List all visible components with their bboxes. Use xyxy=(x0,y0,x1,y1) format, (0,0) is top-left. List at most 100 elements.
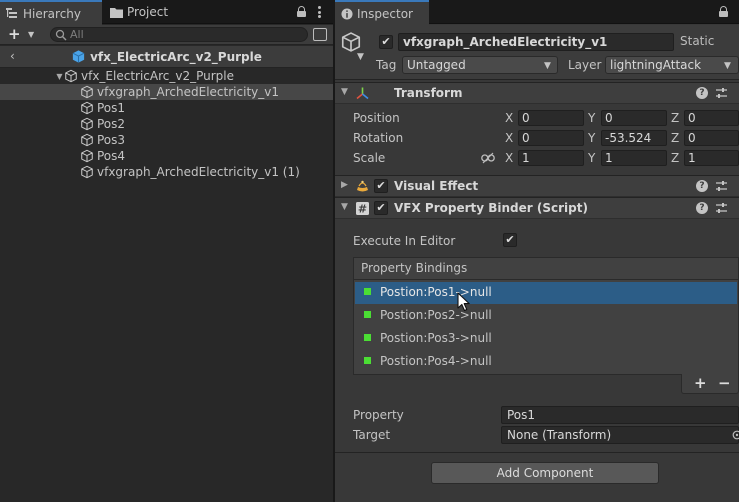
hierarchy-search-input[interactable]: All xyxy=(50,27,308,42)
tree-item-vfxgraph-copy[interactable]: vfxgraph_ArchedElectricity_v1 (1) xyxy=(0,164,333,180)
position-y-label[interactable]: Y xyxy=(588,111,595,125)
binding-item-pos3[interactable]: Postion:Pos3->null xyxy=(355,328,737,350)
add-binding-button[interactable]: + xyxy=(694,374,707,392)
tab-inspector[interactable]: Inspector xyxy=(335,0,429,25)
property-bindings-list: Postion:Pos1->null Postion:Pos2->null Po… xyxy=(353,279,739,375)
tree-item-vfxgraph[interactable]: vfxgraph_ArchedElectricity_v1 xyxy=(0,84,333,100)
more-options-icon[interactable] xyxy=(318,6,321,18)
binding-marker-icon xyxy=(364,334,371,341)
back-arrow-icon[interactable]: ‹ xyxy=(10,49,15,63)
position-y-field[interactable]: 0 xyxy=(601,110,667,126)
binding-marker-icon xyxy=(364,288,371,295)
rotation-y-label[interactable]: Y xyxy=(588,131,595,145)
binding-label: Postion:Pos2->null xyxy=(380,308,492,322)
static-label[interactable]: Static xyxy=(680,34,714,48)
collapse-arrow-icon[interactable]: ▼ xyxy=(341,87,348,97)
visual-effect-icon xyxy=(357,180,368,192)
chevron-down-icon[interactable]: ▼ xyxy=(28,30,34,39)
binding-item-pos2[interactable]: Postion:Pos2->null xyxy=(355,305,737,327)
binding-marker-icon xyxy=(364,311,371,318)
tree-item-pos3[interactable]: Pos3 xyxy=(0,132,333,148)
binding-item-pos4[interactable]: Postion:Pos4->null xyxy=(355,351,737,373)
scene-visibility-icon[interactable] xyxy=(313,28,327,41)
execute-in-editor-checkbox[interactable]: ✔ xyxy=(503,233,517,247)
visual-effect-header[interactable]: ▶ ✔ Visual Effect ? xyxy=(335,175,739,197)
binding-marker-icon xyxy=(364,357,371,364)
scale-z-label[interactable]: Z xyxy=(671,151,679,165)
transform-header[interactable]: ▼ Transform ? xyxy=(335,82,739,104)
binding-label: Postion:Pos1->null xyxy=(380,285,492,299)
rotation-z-label[interactable]: Z xyxy=(671,131,679,145)
rotation-label: Rotation xyxy=(353,131,404,145)
scale-y-label[interactable]: Y xyxy=(588,151,595,165)
position-z-label[interactable]: Z xyxy=(671,111,679,125)
lock-icon[interactable] xyxy=(297,6,306,17)
target-object-field[interactable]: None (Transform) xyxy=(501,426,739,444)
tree-item-pos4[interactable]: Pos4 xyxy=(0,148,333,164)
rotation-z-field[interactable]: 0 xyxy=(684,130,739,146)
gameobject-name-field[interactable]: vfxgraph_ArchedElectricity_v1 xyxy=(398,33,674,51)
binding-label: Postion:Pos4->null xyxy=(380,354,492,368)
icon-picker-chevron-icon[interactable]: ▼ xyxy=(357,52,364,62)
gameobject-icon xyxy=(64,69,78,83)
presets-icon[interactable] xyxy=(715,179,728,193)
visual-effect-enabled-checkbox[interactable]: ✔ xyxy=(374,179,388,193)
tab-project[interactable]: Project xyxy=(104,0,184,24)
tab-hierarchy-label: Hierarchy xyxy=(23,6,82,21)
help-icon[interactable]: ? xyxy=(696,180,708,192)
constrain-proportions-icon[interactable] xyxy=(481,152,495,164)
position-x-label[interactable]: X xyxy=(505,111,513,125)
tree-item-label: Pos3 xyxy=(97,133,126,147)
lock-icon[interactable] xyxy=(719,6,728,17)
property-binder-enabled-checkbox[interactable]: ✔ xyxy=(374,201,388,215)
active-checkbox[interactable]: ✔ xyxy=(379,35,393,49)
help-icon[interactable]: ? xyxy=(696,202,708,214)
position-z-field[interactable]: 0 xyxy=(684,110,739,126)
create-button[interactable]: + xyxy=(8,27,21,42)
expand-arrow-icon[interactable]: ▶ xyxy=(341,180,348,190)
property-binder-header[interactable]: ▼ # ✔ VFX Property Binder (Script) ? xyxy=(335,197,739,219)
rotation-x-field[interactable]: 0 xyxy=(518,130,584,146)
tree-item-pos2[interactable]: Pos2 xyxy=(0,116,333,132)
collapse-arrow-icon[interactable]: ▼ xyxy=(341,202,348,212)
prefab-breadcrumb: ‹ vfx_ElectricArc_v2_Purple xyxy=(0,46,333,68)
property-field[interactable]: Pos1 xyxy=(501,406,739,424)
hierarchy-panel: Hierarchy Project + ▼ All ‹ vfx_Electric… xyxy=(0,0,333,502)
rotation-y-field[interactable]: -53.524 xyxy=(601,130,667,146)
layer-value: lightningAttack xyxy=(610,58,702,72)
tree-item-label: Pos2 xyxy=(97,117,126,131)
tree-item-root[interactable]: ▼ vfx_ElectricArc_v2_Purple xyxy=(0,68,333,84)
rotation-x-label[interactable]: X xyxy=(505,131,513,145)
tab-hierarchy[interactable]: Hierarchy xyxy=(0,0,102,25)
presets-icon[interactable] xyxy=(715,201,728,215)
prefab-title: vfx_ElectricArc_v2_Purple xyxy=(90,49,262,64)
gameobject-icon xyxy=(80,85,94,99)
scale-x-label[interactable]: X xyxy=(505,151,513,165)
chevron-down-icon: ▼ xyxy=(724,61,731,71)
help-icon[interactable]: ? xyxy=(696,87,708,99)
transform-title: Transform xyxy=(394,86,463,100)
object-picker-icon[interactable] xyxy=(732,430,739,440)
script-icon: # xyxy=(356,202,369,216)
expand-arrow-icon[interactable]: ▼ xyxy=(55,72,64,81)
scale-x-field[interactable]: 1 xyxy=(518,150,584,166)
presets-icon[interactable] xyxy=(715,86,728,100)
tab-inspector-label: Inspector xyxy=(357,6,413,21)
property-binder-title: VFX Property Binder (Script) xyxy=(394,201,588,215)
position-x-field[interactable]: 0 xyxy=(518,110,584,126)
tag-label: Tag xyxy=(376,58,397,72)
scale-y-field[interactable]: 1 xyxy=(601,150,667,166)
binding-item-pos1[interactable]: Postion:Pos1->null xyxy=(355,282,737,304)
inspector-panel: Inspector ▼ ✔ vfxgraph_ArchedElectricity… xyxy=(335,0,739,502)
tree-item-pos1[interactable]: Pos1 xyxy=(0,100,333,116)
tag-dropdown[interactable]: Untagged xyxy=(402,56,558,74)
layer-dropdown[interactable]: lightningAttack xyxy=(605,56,739,74)
add-component-button[interactable]: Add Component xyxy=(431,462,659,484)
gameobject-icon xyxy=(80,133,94,147)
property-label: Property xyxy=(353,408,404,422)
info-icon xyxy=(341,7,353,20)
hierarchy-toolbar: + ▼ All xyxy=(0,25,333,45)
remove-binding-button[interactable]: − xyxy=(718,374,731,392)
scale-z-field[interactable]: 1 xyxy=(684,150,739,166)
transform-icon xyxy=(356,87,369,100)
